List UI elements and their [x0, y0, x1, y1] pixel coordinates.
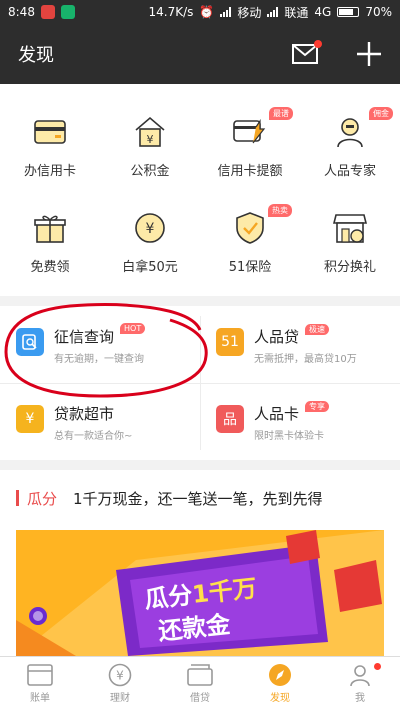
grid-item-housing-fund[interactable]: ¥ 公积金 [100, 114, 200, 179]
shield-icon [232, 210, 268, 246]
service-grid: 办信用卡 ¥ 公积金 信用卡提额 人品专家 最谱 佣金 免费领 ¥ 白拿50元 [0, 84, 400, 296]
promo-text: 1千万现金，还一笔送一笔，先到先得 [73, 490, 323, 508]
feature-title: 人品贷 [254, 328, 300, 346]
expert-icon [332, 114, 368, 150]
promo-title: 瓜分 1千万现金，还一笔送一笔，先到先得 [16, 488, 323, 509]
alarm-icon: ⏰ [199, 5, 215, 19]
nav-label: 理财 [110, 693, 130, 704]
gift-icon [32, 210, 68, 246]
feature-cards: 征信查询 HOT 有无逾期，一键查询 51 人品贷 极速 无需抵押，最高贷10万 ¥… [0, 306, 400, 460]
grid-item-free-50[interactable]: ¥ 白拿50元 [100, 210, 200, 275]
status-time: 8:48 [8, 5, 35, 19]
card-icon: 品 [216, 405, 244, 433]
carrier-2: 联通 [284, 5, 309, 20]
exclusive-badge: 专享 [305, 401, 330, 412]
carrier-1: 移动 [237, 5, 262, 20]
net-speed: 14.7K/s [148, 5, 194, 19]
tag-badge: 佣金 [369, 107, 393, 120]
feature-desc: 总有一款适合你~ [54, 431, 133, 442]
grid-label: 免费领 [30, 260, 70, 275]
grid-item-free-gift[interactable]: 免费领 [0, 210, 100, 275]
loan-51-icon: 51 [216, 328, 244, 356]
feature-title: 贷款超市 [54, 405, 115, 423]
card-upgrade-icon [232, 114, 268, 150]
grid-label: 信用卡提额 [217, 164, 283, 179]
grid-label: 公积金 [130, 164, 170, 179]
grid-label: 白拿50元 [122, 260, 178, 275]
coin-icon: ¥ [132, 210, 168, 246]
grid-label: 积分换礼 [323, 260, 376, 275]
divider [0, 383, 400, 384]
hot-badge: HOT [120, 323, 146, 334]
grid-item-expert[interactable]: 人品专家 [300, 114, 400, 179]
tag-badge: 热卖 [268, 204, 292, 217]
nav-item-bill[interactable]: 账单 [0, 657, 80, 711]
house-fund-icon: ¥ [132, 114, 168, 150]
grid-label: 人品专家 [323, 164, 376, 179]
nav-label: 账单 [30, 693, 50, 704]
nav-item-me[interactable]: 我 [320, 657, 400, 711]
notification-dot [374, 663, 381, 670]
bottom-nav: 账单 ¥ 理财 借贷 发现 我 [0, 656, 400, 711]
promo-section: 瓜分 1千万现金，还一笔送一笔，先到先得 瓜分1千万 还款金 [0, 470, 400, 656]
svg-text:¥: ¥ [146, 221, 155, 237]
search-document-icon [16, 328, 44, 356]
mail-badge [314, 40, 322, 48]
grid-item-insurance[interactable]: 51保险 [200, 210, 300, 275]
feature-desc: 限时黑卡体验卡 [254, 431, 324, 442]
signal-icon [220, 7, 232, 17]
compass-icon [267, 663, 293, 687]
battery-icon [337, 7, 360, 17]
feature-title: 征信查询 [54, 328, 115, 346]
tag-badge: 最谱 [269, 107, 293, 120]
grid-item-card-upgrade[interactable]: 信用卡提额 [200, 114, 300, 179]
svg-text:¥: ¥ [147, 133, 154, 146]
nav-label: 借贷 [190, 693, 210, 704]
shop-icon [332, 210, 368, 246]
plus-icon[interactable] [356, 41, 382, 67]
network-type: 4G [314, 5, 332, 19]
yen-icon: ¥ [16, 405, 44, 433]
nav-label: 我 [355, 693, 365, 704]
promo-banner[interactable]: 瓜分1千万 还款金 [16, 530, 384, 656]
shield-notification-icon [60, 5, 75, 19]
status-bar: 8:48 14.7K/s ⏰ 移动 联通 4G 70% [0, 0, 400, 24]
grid-item-credit-card[interactable]: 办信用卡 [0, 114, 100, 179]
app-notification-icon [40, 5, 55, 19]
user-icon [347, 663, 373, 687]
speed-badge: 极速 [305, 324, 330, 335]
loan-icon [187, 663, 213, 687]
feature-loan-market[interactable]: ¥ 贷款超市 总有一款适合你~ [0, 383, 200, 460]
page-title: 发现 [18, 45, 54, 66]
nav-label: 发现 [270, 693, 290, 704]
mail-icon[interactable] [292, 40, 322, 64]
nav-item-discover[interactable]: 发现 [240, 657, 320, 711]
feature-desc: 无需抵押，最高贷10万 [254, 354, 357, 365]
banner-amount: 1千万 [190, 574, 259, 609]
accent-bar [16, 490, 19, 506]
yen-icon: ¥ [107, 663, 133, 687]
svg-text:¥: ¥ [116, 669, 124, 683]
grid-label: 办信用卡 [23, 164, 76, 179]
nav-item-finance[interactable]: ¥ 理财 [80, 657, 160, 711]
bill-icon [27, 663, 53, 687]
feature-credit-report[interactable]: 征信查询 HOT 有无逾期，一键查询 [0, 306, 200, 383]
feature-title: 人品卡 [254, 405, 300, 423]
header: 发现 [0, 24, 400, 84]
nav-item-loan[interactable]: 借贷 [160, 657, 240, 711]
signal-icon-2 [267, 7, 279, 17]
feature-personal-card[interactable]: 品 人品卡 专享 限时黑卡体验卡 [200, 383, 400, 460]
banner-line2: 还款金 [156, 610, 232, 646]
credit-card-icon [32, 114, 68, 150]
grid-item-points-gift[interactable]: 积分换礼 [300, 210, 400, 275]
feature-desc: 有无逾期，一键查询 [54, 354, 144, 365]
promo-key: 瓜分 [27, 490, 58, 508]
grid-label: 51保险 [228, 260, 272, 275]
battery-level: 70% [365, 5, 392, 19]
feature-personal-loan[interactable]: 51 人品贷 极速 无需抵押，最高贷10万 [200, 306, 400, 383]
